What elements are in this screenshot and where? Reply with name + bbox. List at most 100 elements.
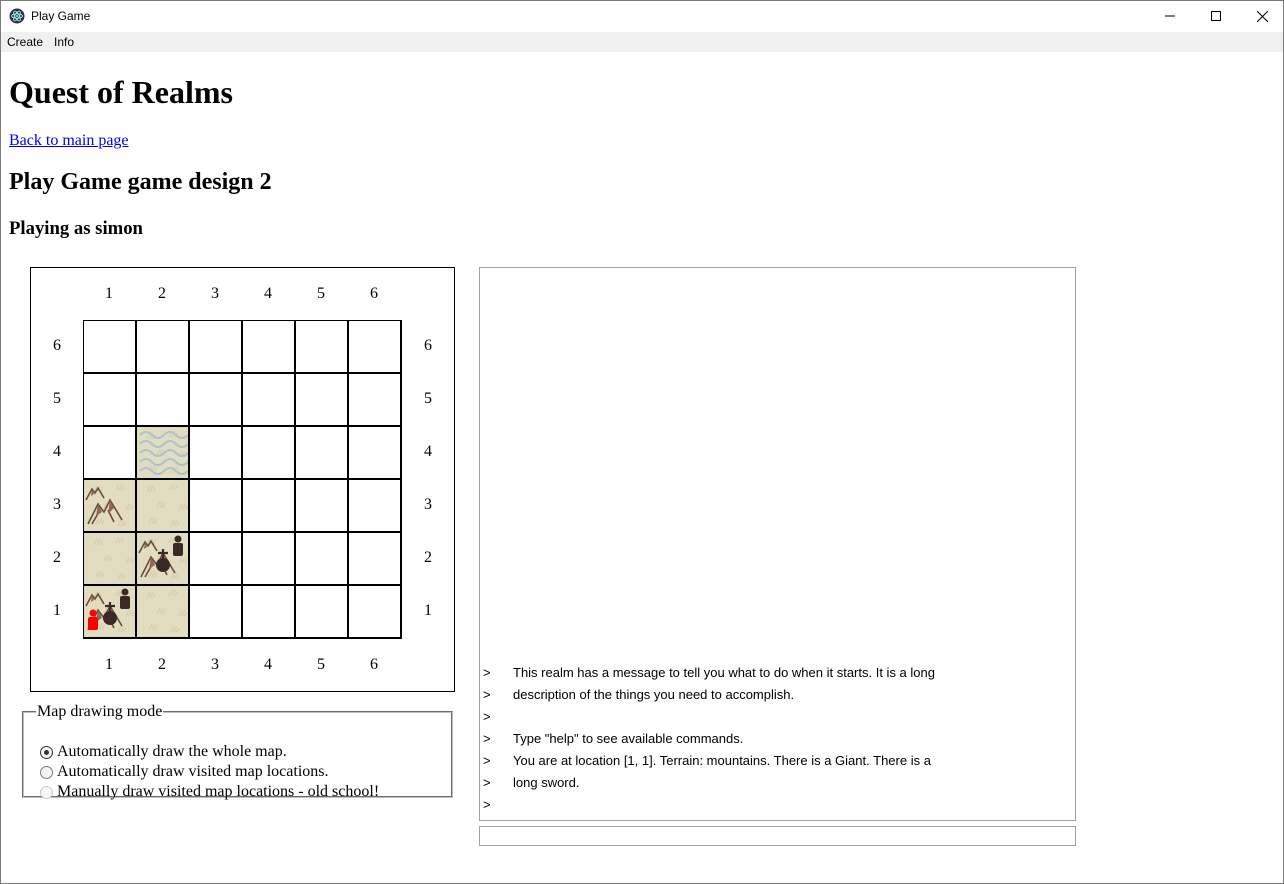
column-label-top: 3 bbox=[211, 285, 219, 302]
game-console-output: > This realm has a message to tell you wh… bbox=[479, 267, 1076, 821]
console-line-text: You are at location [1, 1]. Terrain: mou… bbox=[513, 753, 931, 768]
row-label-left: 1 bbox=[53, 602, 61, 619]
map-cell bbox=[189, 479, 242, 532]
column-label-top: 1 bbox=[105, 285, 113, 302]
console-line: > This realm has a message to tell you wh… bbox=[483, 662, 1073, 684]
game-title: Play Game game design 2 bbox=[9, 169, 272, 195]
map-cell bbox=[136, 585, 189, 638]
map-mode-option-label: Manually draw visited map locations - ol… bbox=[57, 783, 380, 800]
map-cell bbox=[295, 373, 348, 426]
map-cell bbox=[83, 320, 136, 373]
window-title: Play Game bbox=[31, 9, 91, 23]
menu-bar: Create Info bbox=[1, 32, 1283, 52]
row-label-right: 2 bbox=[424, 549, 432, 566]
map-cell bbox=[189, 426, 242, 479]
console-line-text: long sword. bbox=[513, 775, 580, 790]
sword-icon bbox=[156, 549, 170, 572]
console-line: > long sword. bbox=[483, 772, 1073, 794]
mountain-icon bbox=[138, 539, 176, 578]
radio-checked-icon[interactable] bbox=[40, 745, 53, 759]
grass-icon bbox=[146, 483, 188, 527]
console-line: > description of the things you need to a… bbox=[483, 684, 1073, 706]
console-prompt: > bbox=[483, 731, 491, 746]
console-prompt: > bbox=[483, 753, 491, 768]
mountain-icon bbox=[85, 486, 123, 525]
map-mode-option-manual: Manually draw visited map locations - ol… bbox=[40, 783, 379, 801]
menu-info[interactable]: Info bbox=[54, 35, 74, 49]
row-label-left: 4 bbox=[53, 443, 61, 460]
maximize-icon bbox=[1211, 11, 1221, 21]
row-label-right: 3 bbox=[424, 496, 432, 513]
console-prompt: > bbox=[483, 797, 491, 812]
console-line: > Type "help" to see available commands. bbox=[483, 728, 1073, 750]
map-cell bbox=[242, 373, 295, 426]
electron-app-icon bbox=[9, 8, 25, 24]
maximize-button[interactable] bbox=[1193, 1, 1239, 31]
map-cell bbox=[295, 320, 348, 373]
window-titlebar: Play Game bbox=[1, 1, 1283, 31]
map-mode-option-label: Automatically draw visited map locations… bbox=[57, 763, 329, 780]
map-cell bbox=[348, 426, 401, 479]
map-cell bbox=[348, 585, 401, 638]
map-cell bbox=[83, 426, 136, 479]
column-label-top: 6 bbox=[370, 285, 378, 302]
row-label-right: 6 bbox=[424, 337, 432, 354]
map-cell bbox=[348, 373, 401, 426]
map-cell bbox=[295, 426, 348, 479]
game-map: 1 2 3 4 5 6 1 2 3 4 5 6 6 5 4 3 2 1 6 5 … bbox=[30, 267, 455, 692]
map-mode-option-visited[interactable]: Automatically draw visited map locations… bbox=[40, 763, 329, 781]
menu-create[interactable]: Create bbox=[7, 35, 43, 49]
map-grid bbox=[83, 320, 402, 639]
console-line-text: description of the things you need to ac… bbox=[513, 687, 795, 702]
radio-disabled-icon bbox=[40, 785, 53, 799]
map-cell bbox=[189, 320, 242, 373]
console-line: > You are at location [1, 1]. Terrain: mo… bbox=[483, 750, 1073, 772]
page-title: Quest of Realms bbox=[9, 74, 233, 110]
row-label-left: 6 bbox=[53, 337, 61, 354]
map-cell bbox=[83, 585, 136, 638]
map-cell bbox=[295, 479, 348, 532]
column-label-bottom: 4 bbox=[264, 656, 272, 673]
map-cell bbox=[83, 532, 136, 585]
sword-icon bbox=[103, 602, 117, 625]
map-cell bbox=[189, 585, 242, 638]
radio-unchecked-icon[interactable] bbox=[40, 765, 53, 779]
column-label-bottom: 5 bbox=[317, 656, 325, 673]
console-line: > bbox=[483, 794, 1073, 816]
map-cell bbox=[242, 532, 295, 585]
map-cell bbox=[83, 373, 136, 426]
close-icon bbox=[1256, 10, 1268, 22]
row-label-left: 2 bbox=[53, 549, 61, 566]
column-label-top: 2 bbox=[158, 285, 166, 302]
map-cell bbox=[136, 479, 189, 532]
row-label-right: 4 bbox=[424, 443, 432, 460]
column-label-bottom: 3 bbox=[211, 656, 219, 673]
grass-icon bbox=[93, 536, 135, 580]
minimize-icon bbox=[1165, 15, 1175, 17]
close-button[interactable] bbox=[1239, 1, 1284, 31]
back-to-main-link[interactable]: Back to main page bbox=[9, 132, 129, 150]
map-cell bbox=[242, 585, 295, 638]
command-input[interactable] bbox=[479, 826, 1076, 846]
column-label-bottom: 2 bbox=[158, 656, 166, 673]
column-label-top: 5 bbox=[317, 285, 325, 302]
minimize-button[interactable] bbox=[1147, 1, 1193, 31]
map-cell bbox=[136, 426, 189, 479]
map-cell bbox=[295, 585, 348, 638]
row-label-right: 5 bbox=[424, 390, 432, 407]
map-mode-option-label: Automatically draw the whole map. bbox=[57, 743, 287, 760]
map-cell bbox=[348, 479, 401, 532]
map-cell bbox=[348, 532, 401, 585]
map-cell bbox=[242, 426, 295, 479]
row-label-left: 5 bbox=[53, 390, 61, 407]
map-cell bbox=[136, 373, 189, 426]
map-mode-option-whole-map[interactable]: Automatically draw the whole map. bbox=[40, 743, 287, 761]
map-drawing-mode: Map drawing mode Automatically draw the … bbox=[22, 703, 453, 801]
row-label-right: 1 bbox=[424, 602, 432, 619]
map-cell bbox=[295, 532, 348, 585]
map-cell bbox=[189, 532, 242, 585]
map-cell bbox=[348, 320, 401, 373]
map-cell bbox=[242, 320, 295, 373]
column-label-bottom: 6 bbox=[370, 656, 378, 673]
console-prompt: > bbox=[483, 687, 491, 702]
